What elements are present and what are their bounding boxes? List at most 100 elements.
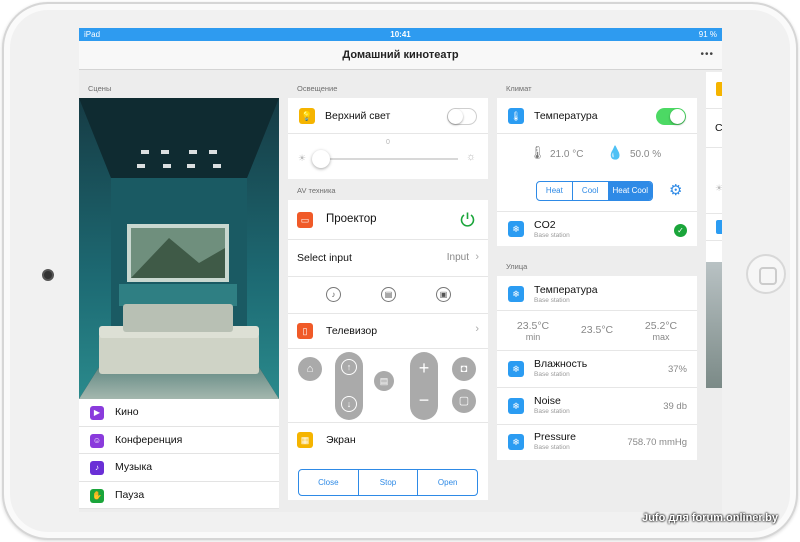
humidity-value: 37% <box>667 364 687 375</box>
tv-label: Телевизор <box>326 325 378 337</box>
channel-up-icon[interactable]: ↑ <box>341 359 357 375</box>
sensor-icon: ❄ <box>508 361 524 377</box>
indoor-temperature-label: Температура <box>534 110 598 122</box>
slider-thumb[interactable] <box>312 150 331 168</box>
dim-icon: ☀ <box>298 153 307 163</box>
tv-remote-row: ⌂ ↑ ↓ ▤ + − ◘ ▢ <box>288 349 488 423</box>
battery-level: 91 % <box>698 30 717 39</box>
lighting-section-label: Освещение <box>297 84 338 93</box>
input-value: Input <box>446 252 469 263</box>
noise-label: Noise <box>534 395 561 407</box>
gallery-icon[interactable]: ▢ <box>452 389 476 413</box>
input-sources-row: ♪ ▤ ▣ <box>288 277 488 314</box>
humidity-sub: Base station <box>534 371 570 378</box>
indoor-temp-value: 21.0 °C <box>550 149 584 160</box>
status-bar: iPad 10:41 91 % <box>79 28 722 41</box>
mode-heat-button[interactable]: Heat <box>537 182 573 200</box>
screen-icon: ▦ <box>297 432 313 448</box>
music-input-icon[interactable]: ♪ <box>326 287 341 302</box>
pc-input-icon[interactable]: ▤ <box>381 287 396 302</box>
power-icon[interactable] <box>459 211 476 228</box>
scenes-section-label: Сцены <box>88 84 112 93</box>
thermometer-outline-icon: 🌡 <box>529 145 546 160</box>
peek-sensor-icon <box>716 220 722 234</box>
brightness-slider[interactable] <box>312 150 458 168</box>
droplet-icon: 💧 <box>607 145 624 160</box>
outdoor-temperature-sub: Base station <box>534 297 570 304</box>
overhead-light-toggle[interactable] <box>447 108 477 125</box>
tv-icon: ▯ <box>297 323 313 339</box>
projector-label: Проектор <box>326 213 377 225</box>
indoor-humidity-value: 50.0 % <box>630 149 662 160</box>
sensor-icon: ❄ <box>508 286 524 302</box>
thermometer-icon: 🌡 <box>508 108 524 124</box>
outdoor-temperature-row: ❄ Температура Base station <box>497 276 697 311</box>
home-button[interactable] <box>746 254 786 294</box>
humidity-row: ❄ Влажность Base station 37% <box>497 351 697 388</box>
bulb-icon: 💡 <box>299 108 315 124</box>
temp-current-value: 23.5°C <box>580 324 614 336</box>
scene-item-pause[interactable]: ✋ Пауза <box>79 482 279 509</box>
indoor-temperature-row: 🌡 Температура <box>497 98 697 134</box>
projector-row: ▭ Проектор <box>288 200 488 240</box>
co2-label: CO2 <box>534 219 556 231</box>
scene-list: ▶ Кино ☺ Конференция ♪ Музыка ✋ Пауза <box>79 399 279 509</box>
page-title: Домашний кинотеатр <box>342 49 459 61</box>
scene-label: Конференция <box>115 433 183 446</box>
volume-up-icon[interactable]: + <box>410 358 438 379</box>
watermark: Jufo для forum.onliner.by <box>642 512 778 524</box>
menu-icon[interactable]: ▤ <box>374 371 394 391</box>
mode-cool-button[interactable]: Cool <box>573 182 609 200</box>
screen-controls: Close Stop Open <box>298 469 478 496</box>
chevron-right-icon: › <box>475 251 479 263</box>
outdoor-temperature-label: Температура <box>534 284 598 296</box>
select-input-row[interactable]: Select input Input › <box>288 240 488 277</box>
scene-label: Музыка <box>115 461 153 473</box>
overhead-light-label: Верхний свет <box>325 110 391 122</box>
more-icon[interactable]: ••• <box>700 49 714 60</box>
climate-section-label: Климат <box>506 84 532 93</box>
image-input-icon[interactable]: ▣ <box>436 287 451 302</box>
peek-photo <box>706 262 722 388</box>
screen-close-button[interactable]: Close <box>299 470 359 495</box>
scene-item-music[interactable]: ♪ Музыка <box>79 454 279 482</box>
temp-min-value: 23.5°C <box>516 320 550 332</box>
peek-dim-icon: ☀ <box>715 183 722 193</box>
outdoor-section-label: Улица <box>506 262 528 271</box>
tv-row[interactable]: ▯ Телевизор › <box>288 314 488 349</box>
screen-stop-button[interactable]: Stop <box>359 470 419 495</box>
lighting-card: 💡 Верхний свет 0 ☀ ☼ <box>288 98 488 179</box>
noise-row: ❄ Noise Base station 39 db <box>497 388 697 425</box>
outdoor-card: ❄ Температура Base station 23.5°C min 23… <box>497 276 697 460</box>
humidity-label: Влажность <box>534 358 588 370</box>
volume-down-icon[interactable]: − <box>410 390 438 411</box>
home-theater-image <box>79 98 279 399</box>
hand-icon: ✋ <box>90 488 104 503</box>
mode-heat-cool-button[interactable]: Heat Cool <box>608 182 652 200</box>
noise-sub: Base station <box>534 408 570 415</box>
gear-icon[interactable]: ⚙ <box>669 181 682 199</box>
screen-open-button[interactable]: Open <box>418 470 477 495</box>
co2-sub: Base station <box>534 232 570 239</box>
camera-icon[interactable]: ◘ <box>452 357 476 381</box>
scene-item-kino[interactable]: ▶ Кино <box>79 399 279 427</box>
screen-label: Экран <box>326 434 356 446</box>
temp-max-value: 25.2°C <box>644 320 678 332</box>
chevron-right-icon: › <box>475 323 479 335</box>
climate-toggle[interactable] <box>656 108 686 125</box>
peek-light-icon <box>716 82 722 96</box>
climate-card: 🌡 Температура 🌡 21.0 °C 💧 50.0 % Heat Co… <box>497 98 697 246</box>
sensor-icon: ❄ <box>508 434 524 450</box>
home-icon[interactable]: ⌂ <box>298 357 322 381</box>
scene-label: Пауза <box>115 488 145 501</box>
sensor-icon: ❄ <box>508 221 524 237</box>
av-card: ▭ Проектор Select input Input › ♪ ▤ ▣ ▯ … <box>288 200 488 500</box>
pressure-sub: Base station <box>534 444 570 451</box>
film-icon: ▶ <box>90 406 104 420</box>
scene-item-conference[interactable]: ☺ Конференция <box>79 427 279 454</box>
music-icon: ♪ <box>90 461 104 475</box>
peek-label: C <box>715 122 722 134</box>
channel-down-icon[interactable]: ↓ <box>341 396 357 412</box>
scene-label: Кино <box>115 406 139 418</box>
nav-bar: Домашний кинотеатр ••• <box>79 41 722 70</box>
